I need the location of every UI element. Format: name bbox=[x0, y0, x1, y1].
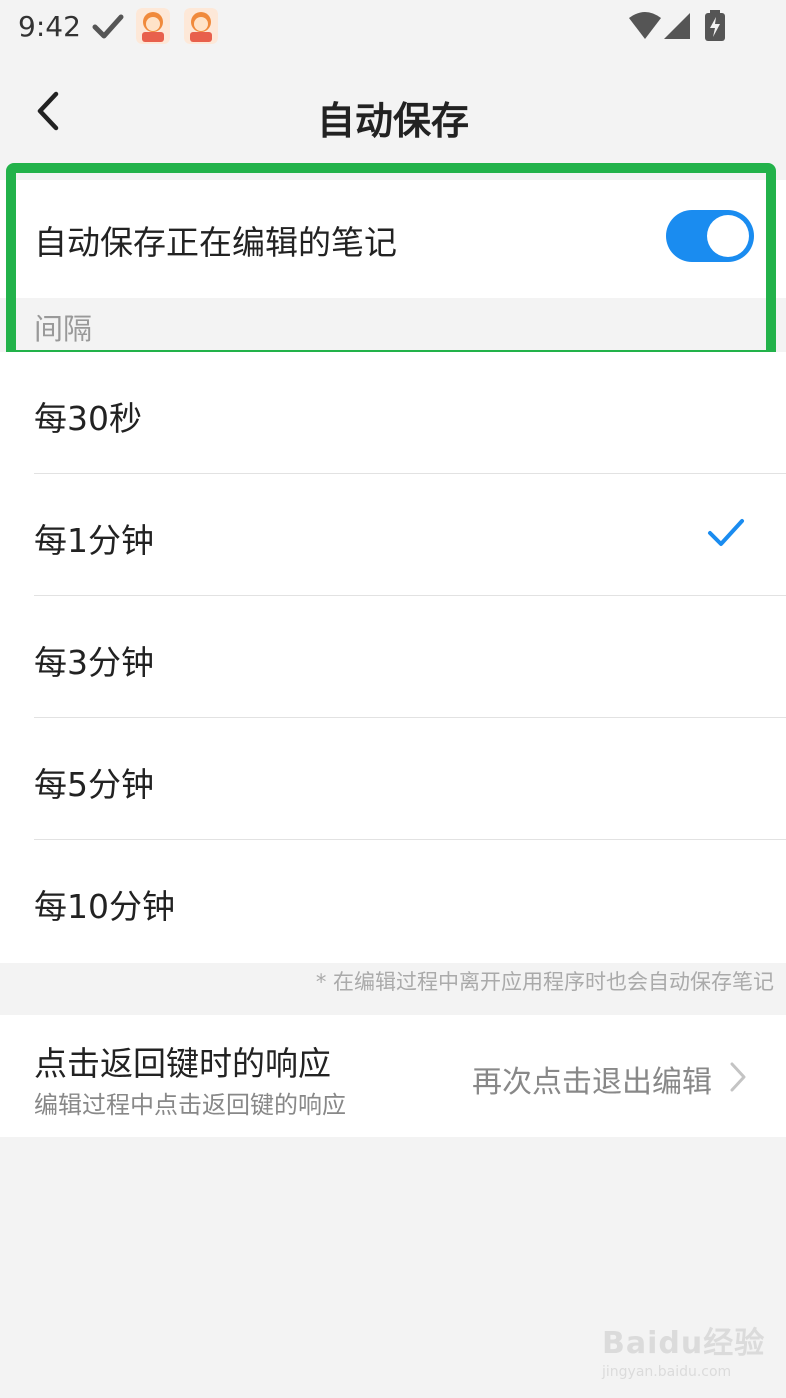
autosave-footnote: * 在编辑过程中离开应用程序时也会自动保存笔记 bbox=[315, 970, 774, 994]
interval-option-label: 每3分钟 bbox=[34, 643, 154, 682]
toolbar: 自动保存 bbox=[0, 56, 786, 172]
interval-option-30s[interactable]: 每30秒 bbox=[0, 352, 786, 474]
chevron-right-icon bbox=[730, 1062, 746, 1092]
autosave-toggle-label: 自动保存正在编辑的笔记 bbox=[34, 223, 397, 262]
status-bar: 9:42 bbox=[0, 0, 786, 56]
watermark-main: Baidu经验 bbox=[602, 1326, 766, 1361]
cell-signal-icon bbox=[664, 13, 690, 39]
toggle-knob bbox=[707, 215, 749, 257]
interval-option-3min[interactable]: 每3分钟 bbox=[0, 596, 786, 718]
back-key-response-row[interactable]: 点击返回键时的响应 编辑过程中点击返回键的响应 再次点击退出编辑 bbox=[0, 1015, 786, 1137]
autosave-toggle-row[interactable]: 自动保存正在编辑的笔记 bbox=[0, 180, 786, 298]
baidu-watermark: Baidu经验 jingyan.baidu.com bbox=[602, 1318, 765, 1380]
back-key-response-title: 点击返回键时的响应 bbox=[34, 1044, 331, 1083]
interval-option-1min[interactable]: 每1分钟 bbox=[0, 474, 786, 596]
battery-charging-icon bbox=[705, 10, 725, 41]
autosave-toggle-switch[interactable] bbox=[666, 210, 754, 262]
check-icon bbox=[92, 14, 124, 39]
interval-option-5min[interactable]: 每5分钟 bbox=[0, 718, 786, 840]
back-key-response-subtitle: 编辑过程中点击返回键的响应 bbox=[34, 1091, 346, 1119]
check-icon bbox=[708, 519, 744, 546]
watermark-sub: jingyan.baidu.com bbox=[602, 1364, 732, 1380]
interval-option-label: 每1分钟 bbox=[34, 521, 154, 560]
interval-options-list: 每30秒 每1分钟 每3分钟 每5分钟 每10分钟 bbox=[0, 352, 786, 963]
wifi-icon bbox=[629, 12, 661, 39]
interval-option-label: 每5分钟 bbox=[34, 765, 154, 804]
interval-option-label: 每30秒 bbox=[34, 399, 142, 438]
interval-option-label: 每10分钟 bbox=[34, 887, 175, 926]
page-title: 自动保存 bbox=[316, 99, 469, 143]
app-avatar-icon bbox=[136, 8, 170, 44]
interval-option-10min[interactable]: 每10分钟 bbox=[0, 840, 786, 962]
interval-section-header: 间隔 bbox=[34, 312, 93, 346]
app-avatar-icon bbox=[184, 8, 218, 44]
back-key-response-value: 再次点击退出编辑 bbox=[472, 1065, 712, 1100]
status-time: 9:42 bbox=[18, 10, 81, 43]
